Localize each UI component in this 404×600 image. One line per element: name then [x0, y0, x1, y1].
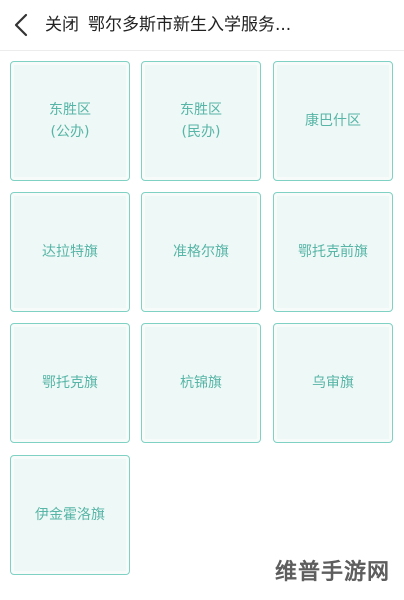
district-card-etuoke[interactable]: 鄂托克旗: [10, 323, 130, 443]
district-card-dongsheng-public[interactable]: 东胜区 (公办): [10, 61, 130, 181]
district-name: 达拉特旗: [42, 244, 98, 260]
district-card-zhungeer[interactable]: 准格尔旗: [141, 192, 261, 312]
district-card-etuokeqian[interactable]: 鄂托克前旗: [273, 192, 393, 312]
district-name: 准格尔旗: [173, 244, 229, 260]
district-type: (公办): [50, 124, 90, 140]
district-name: 伊金霍洛旗: [35, 507, 105, 523]
district-card-yijinhuoluo[interactable]: 伊金霍洛旗: [10, 455, 130, 575]
close-link[interactable]: 关闭: [45, 15, 79, 35]
district-name: 乌审旗: [312, 375, 354, 391]
district-name: 鄂托克旗: [42, 375, 98, 391]
top-bar: 关闭 鄂尔多斯市新生入学服务...: [0, 0, 404, 51]
district-name: 东胜区: [49, 102, 91, 118]
district-card-dalate[interactable]: 达拉特旗: [10, 192, 130, 312]
district-name: 杭锦旗: [180, 375, 222, 391]
page-title: 鄂尔多斯市新生入学服务...: [88, 15, 292, 35]
site-watermark: 维普手游网: [274, 560, 390, 585]
district-card-kangbashi[interactable]: 康巴什区: [273, 61, 393, 181]
district-card-hangjin[interactable]: 杭锦旗: [141, 323, 261, 443]
back-button[interactable]: [8, 10, 36, 40]
district-name: 鄂托克前旗: [298, 244, 368, 260]
district-name: 东胜区: [180, 102, 222, 118]
district-type: (民办): [181, 124, 221, 140]
district-name: 康巴什区: [305, 113, 361, 129]
district-card-dongsheng-private[interactable]: 东胜区 (民办): [141, 61, 261, 181]
district-card-wushen[interactable]: 乌审旗: [273, 323, 393, 443]
chevron-left-icon: [14, 13, 28, 37]
